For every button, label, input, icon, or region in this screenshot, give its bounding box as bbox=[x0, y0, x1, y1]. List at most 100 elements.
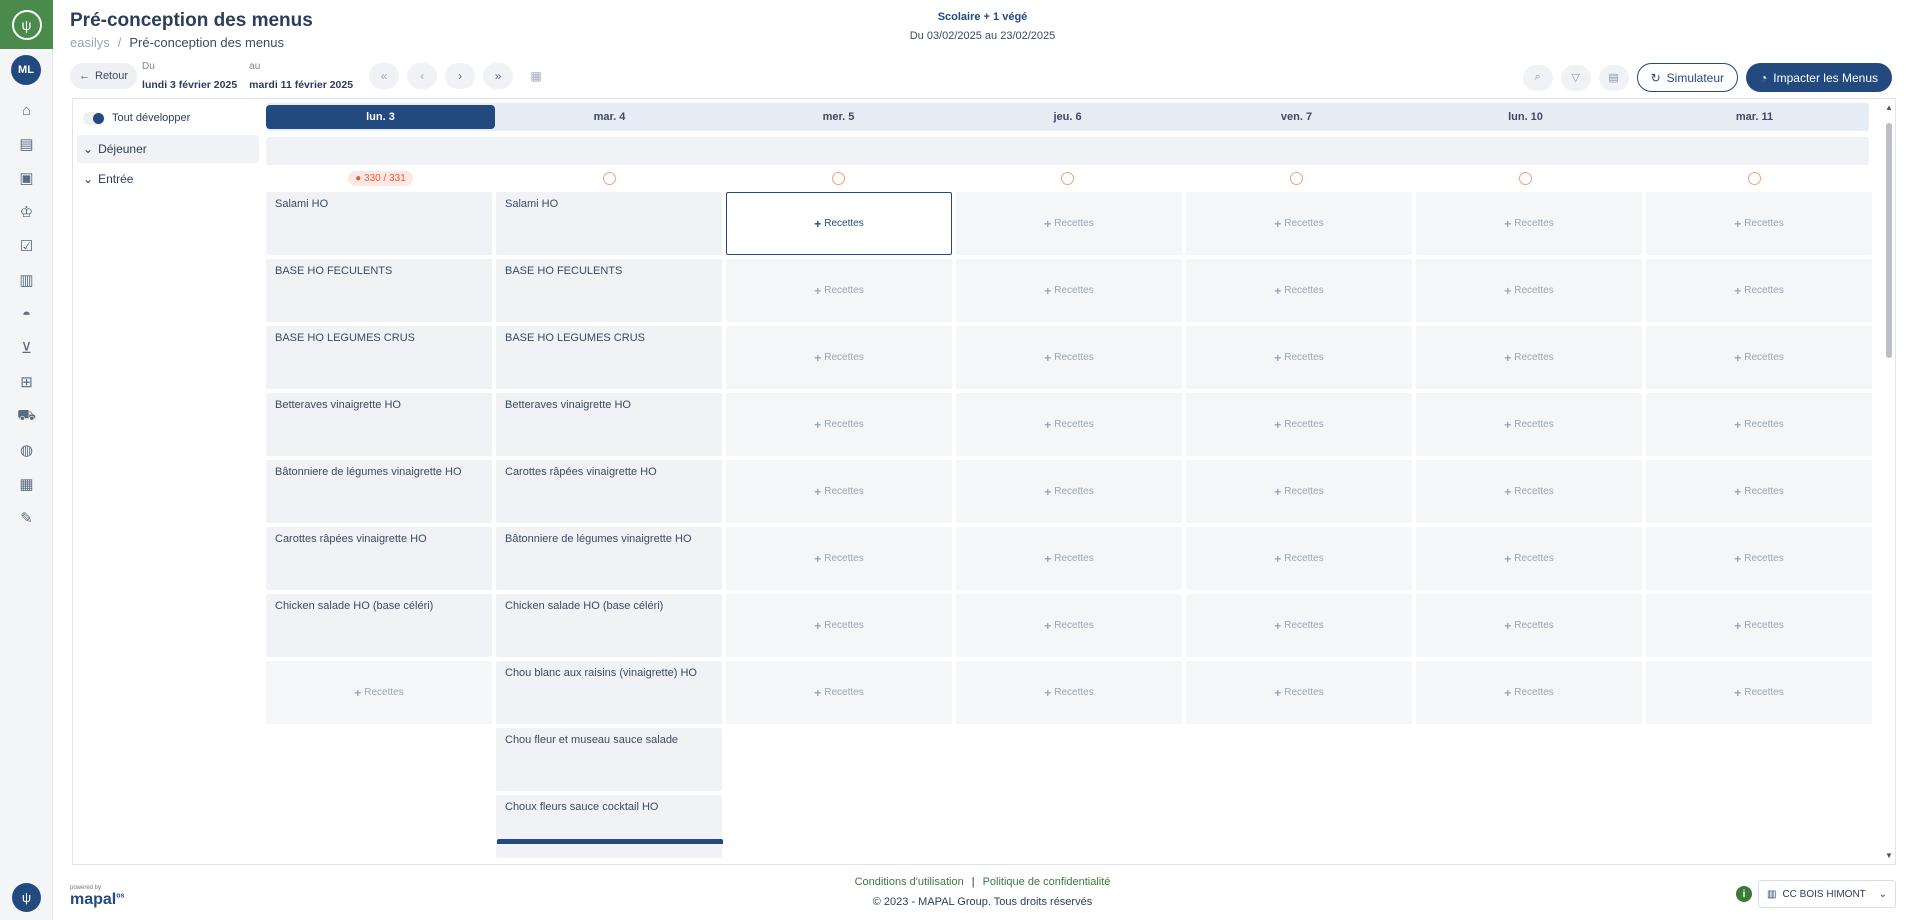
recipe-cell[interactable]: Bâtonniere de légumes vinaigrette HO bbox=[496, 527, 722, 590]
day-tab[interactable]: lun. 10 bbox=[1411, 103, 1640, 131]
sync-icon[interactable] bbox=[832, 171, 845, 185]
sync-icon[interactable] bbox=[603, 171, 616, 185]
add-recipe-button[interactable]: + Recettes bbox=[726, 594, 952, 657]
cart-icon[interactable]: ⊻ bbox=[0, 331, 53, 365]
day-tab[interactable]: lun. 3 bbox=[266, 105, 495, 129]
sync-icon[interactable] bbox=[1519, 171, 1532, 185]
add-recipe-button[interactable]: + Recettes bbox=[1186, 527, 1412, 590]
sync-icon[interactable] bbox=[1290, 171, 1303, 185]
add-recipe-button[interactable]: + Recettes bbox=[1186, 259, 1412, 322]
site-selector[interactable]: ▥ CC BOIS HIMONT ⌄ bbox=[1758, 880, 1896, 908]
add-recipe-button[interactable]: + Recettes bbox=[1646, 326, 1872, 389]
add-recipe-button[interactable]: + Recettes bbox=[726, 326, 952, 389]
add-recipe-button[interactable]: + Recettes bbox=[1416, 594, 1642, 657]
add-recipe-button[interactable]: + Recettes bbox=[1416, 460, 1642, 523]
recipe-cell[interactable]: Carottes râpées vinaigrette HO bbox=[266, 527, 492, 590]
add-recipe-button[interactable]: + Recettes bbox=[956, 326, 1182, 389]
add-recipe-button[interactable]: + Recettes bbox=[1646, 192, 1872, 255]
add-recipe-button[interactable]: + Recettes bbox=[1646, 393, 1872, 456]
add-recipe-button[interactable]: + Recettes bbox=[266, 661, 492, 724]
add-recipe-button[interactable]: + Recettes bbox=[1646, 661, 1872, 724]
add-recipe-button[interactable]: + Recettes bbox=[956, 259, 1182, 322]
chef-hat-icon[interactable]: ♔ bbox=[0, 195, 53, 229]
recipe-cell[interactable]: Carottes râpées vinaigrette HO bbox=[496, 460, 722, 523]
recipe-cell[interactable]: Chicken salade HO (base céléri) bbox=[266, 594, 492, 657]
avatar[interactable]: ML bbox=[11, 55, 41, 85]
add-recipe-button[interactable]: + Recettes bbox=[956, 393, 1182, 456]
recipe-cell[interactable]: Betteraves vinaigrette HO bbox=[266, 393, 492, 456]
recipe-cell[interactable]: Salami HO bbox=[496, 192, 722, 255]
next-page-icon[interactable]: › bbox=[445, 63, 476, 89]
add-recipe-button[interactable]: + Recettes bbox=[726, 460, 952, 523]
cloche-icon[interactable]: ◓ bbox=[0, 297, 53, 331]
recipe-cell[interactable]: Salami HO bbox=[266, 192, 492, 255]
breadcrumb-root[interactable]: easilys bbox=[70, 35, 110, 50]
add-recipe-button[interactable]: + Recettes bbox=[1416, 393, 1642, 456]
add-recipe-button[interactable]: + Recettes bbox=[1646, 259, 1872, 322]
date-from[interactable]: Du lundi 3 février 2025 bbox=[142, 61, 237, 91]
app-logo[interactable]: ψ bbox=[0, 0, 53, 49]
day-tab[interactable]: mar. 11 bbox=[1640, 103, 1869, 131]
recipe-cell[interactable]: Betteraves vinaigrette HO bbox=[496, 393, 722, 456]
prev-page-icon[interactable]: ‹ bbox=[407, 63, 438, 89]
add-recipe-button[interactable]: + Recettes bbox=[1416, 326, 1642, 389]
search-icon[interactable]: ⌕ bbox=[1522, 64, 1553, 91]
add-recipe-button[interactable]: + Recettes bbox=[1416, 661, 1642, 724]
add-recipe-button[interactable]: + Recettes bbox=[1186, 326, 1412, 389]
subgroup-entree[interactable]: ⌄ Entrée bbox=[77, 169, 259, 189]
add-recipe-button[interactable]: + Recettes bbox=[726, 393, 952, 456]
back-button[interactable]: ← Retour bbox=[70, 63, 138, 89]
info-icon[interactable]: i bbox=[1736, 886, 1752, 902]
add-recipe-button[interactable]: + Recettes bbox=[956, 594, 1182, 657]
calendar-picker-icon[interactable]: ▦ bbox=[521, 63, 551, 89]
add-recipe-button[interactable]: + Recettes bbox=[956, 527, 1182, 590]
add-recipe-button[interactable]: + Recettes bbox=[726, 527, 952, 590]
recipe-cell[interactable]: BASE HO FECULENTS bbox=[496, 259, 722, 322]
add-recipe-button[interactable]: + Recettes bbox=[1186, 393, 1412, 456]
recipe-cell[interactable]: Chou fleur et museau sauce salade bbox=[496, 728, 722, 791]
add-recipe-button[interactable]: + Recettes bbox=[1416, 259, 1642, 322]
globe-icon[interactable]: ◍ bbox=[0, 433, 53, 467]
add-recipe-button[interactable]: + Recettes bbox=[726, 661, 952, 724]
add-recipe-button[interactable]: + Recettes bbox=[956, 661, 1182, 724]
sync-icon[interactable] bbox=[1061, 171, 1074, 185]
calendar-icon[interactable]: ▦ bbox=[0, 467, 53, 501]
add-recipe-button[interactable]: + Recettes bbox=[1186, 460, 1412, 523]
scroll-thumb[interactable] bbox=[1886, 123, 1892, 358]
sync-icon[interactable] bbox=[1748, 171, 1761, 185]
scroll-down-icon[interactable]: ▼ bbox=[1885, 851, 1893, 860]
date-to[interactable]: au mardi 11 février 2025 bbox=[249, 61, 353, 91]
report-icon[interactable]: ▥ bbox=[0, 263, 53, 297]
scroll-up-icon[interactable]: ▲ bbox=[1885, 103, 1893, 112]
day-tab[interactable]: mer. 5 bbox=[724, 103, 953, 131]
add-recipe-button[interactable]: + Recettes bbox=[1646, 594, 1872, 657]
vertical-scrollbar[interactable]: ▲ ▼ bbox=[1885, 103, 1893, 860]
truck-icon[interactable]: ⛟ bbox=[0, 399, 53, 433]
day-tab[interactable]: mar. 4 bbox=[495, 103, 724, 131]
recipe-cell[interactable]: Chou blanc aux raisins (vinaigrette) HO bbox=[496, 661, 722, 724]
add-recipe-button[interactable]: + Recettes bbox=[1186, 594, 1412, 657]
add-recipe-button[interactable]: + Recettes bbox=[726, 259, 952, 322]
day-tab[interactable]: ven. 7 bbox=[1182, 103, 1411, 131]
privacy-link[interactable]: Politique de confidentialité bbox=[983, 876, 1111, 888]
add-recipe-button[interactable]: + Recettes bbox=[1416, 527, 1642, 590]
add-recipe-button[interactable]: + Recettes bbox=[1646, 460, 1872, 523]
wrench-icon[interactable]: ✎ bbox=[0, 501, 53, 535]
recipe-cell[interactable]: Chicken salade HO (base céléri) bbox=[496, 594, 722, 657]
checklist-icon[interactable]: ☑ bbox=[0, 229, 53, 263]
add-recipe-button[interactable]: + Recettes bbox=[956, 192, 1182, 255]
terms-link[interactable]: Conditions d'utilisation bbox=[855, 876, 964, 888]
add-recipe-button[interactable]: + Recettes bbox=[1416, 192, 1642, 255]
expand-all-toggle[interactable] bbox=[83, 111, 105, 125]
first-page-icon[interactable]: « bbox=[369, 63, 400, 89]
store-icon[interactable]: ▤ bbox=[0, 127, 53, 161]
recipe-cell[interactable]: Choux fleurs sauce cocktail HO bbox=[496, 795, 722, 858]
add-recipe-button[interactable]: + Recettes bbox=[956, 460, 1182, 523]
print-icon[interactable]: ▤ bbox=[1598, 64, 1629, 91]
add-recipe-button[interactable]: + Recettes bbox=[1646, 527, 1872, 590]
recipe-cell[interactable]: Bâtonniere de légumes vinaigrette HO bbox=[266, 460, 492, 523]
impact-menus-button[interactable]: ◔ Impacter les Menus bbox=[1746, 63, 1892, 92]
add-recipe-button[interactable]: + Recettes bbox=[1186, 192, 1412, 255]
day-tab[interactable]: jeu. 6 bbox=[953, 103, 1182, 131]
recipe-cell[interactable]: BASE HO FECULENTS bbox=[266, 259, 492, 322]
